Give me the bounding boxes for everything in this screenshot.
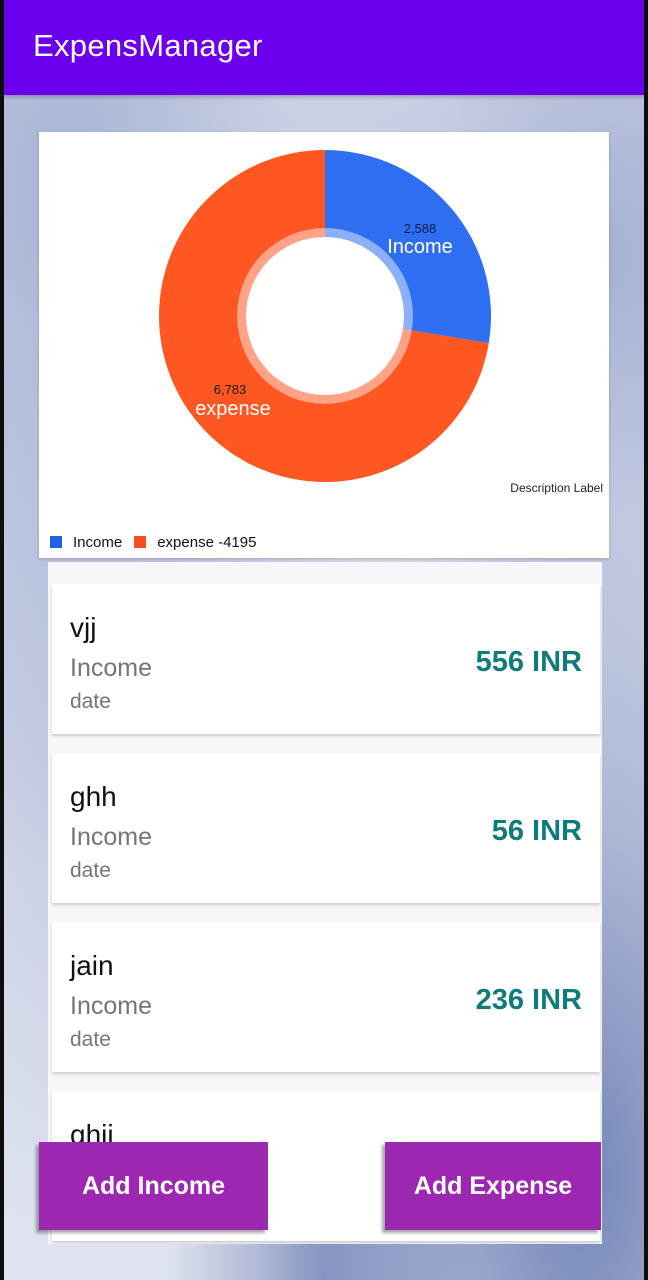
transaction-card[interactable]: jain Income date 236 INR — [52, 922, 600, 1072]
transaction-name: vjj — [70, 612, 97, 643]
transaction-date: date — [70, 690, 111, 713]
transaction-name: jain — [70, 950, 114, 981]
legend-item-income: Income — [50, 534, 122, 551]
transaction-type: Income — [70, 654, 152, 682]
donut-hole — [246, 237, 404, 395]
slice-label-income: Income — [387, 236, 453, 258]
donut-chart: 2,588 Income 6,783 expense — [158, 150, 492, 482]
chart-description-label: Description Label — [510, 481, 603, 495]
add-income-button[interactable]: Add Income — [39, 1142, 268, 1230]
app-title: ExpensManager — [33, 28, 263, 63]
chart-card: 2,588 Income 6,783 expense Description L… — [39, 132, 609, 558]
transaction-type: Income — [70, 823, 152, 851]
slice-value-income: 2,588 — [404, 221, 437, 236]
slice-label-expense: expense — [195, 398, 271, 420]
chart-legend: Income expense -4195 — [50, 532, 268, 552]
add-expense-button[interactable]: Add Expense — [385, 1142, 601, 1230]
legend-item-expense: expense -4195 — [134, 534, 256, 551]
legend-label-income: Income — [73, 533, 123, 551]
transaction-date: date — [70, 1028, 111, 1051]
transaction-type: Income — [70, 992, 152, 1020]
transaction-card[interactable]: ghh Income date 56 INR — [52, 753, 600, 903]
transaction-date: date — [70, 859, 111, 882]
app-bar: ExpensManager — [4, 0, 644, 95]
transaction-amount: 556 INR — [475, 646, 582, 678]
legend-swatch-expense — [134, 536, 147, 548]
screen: ExpensManager 2,588 Income 6,783 expense… — [4, 0, 644, 1280]
slice-value-expense: 6,783 — [214, 382, 247, 397]
legend-label-expense: expense -4195 — [157, 533, 257, 551]
transaction-amount: 56 INR — [491, 815, 582, 847]
transaction-amount: 236 INR — [475, 984, 582, 1016]
legend-swatch-income — [50, 536, 62, 548]
transaction-card[interactable]: vjj Income date 556 INR — [52, 584, 600, 734]
transaction-name: ghh — [70, 781, 117, 812]
